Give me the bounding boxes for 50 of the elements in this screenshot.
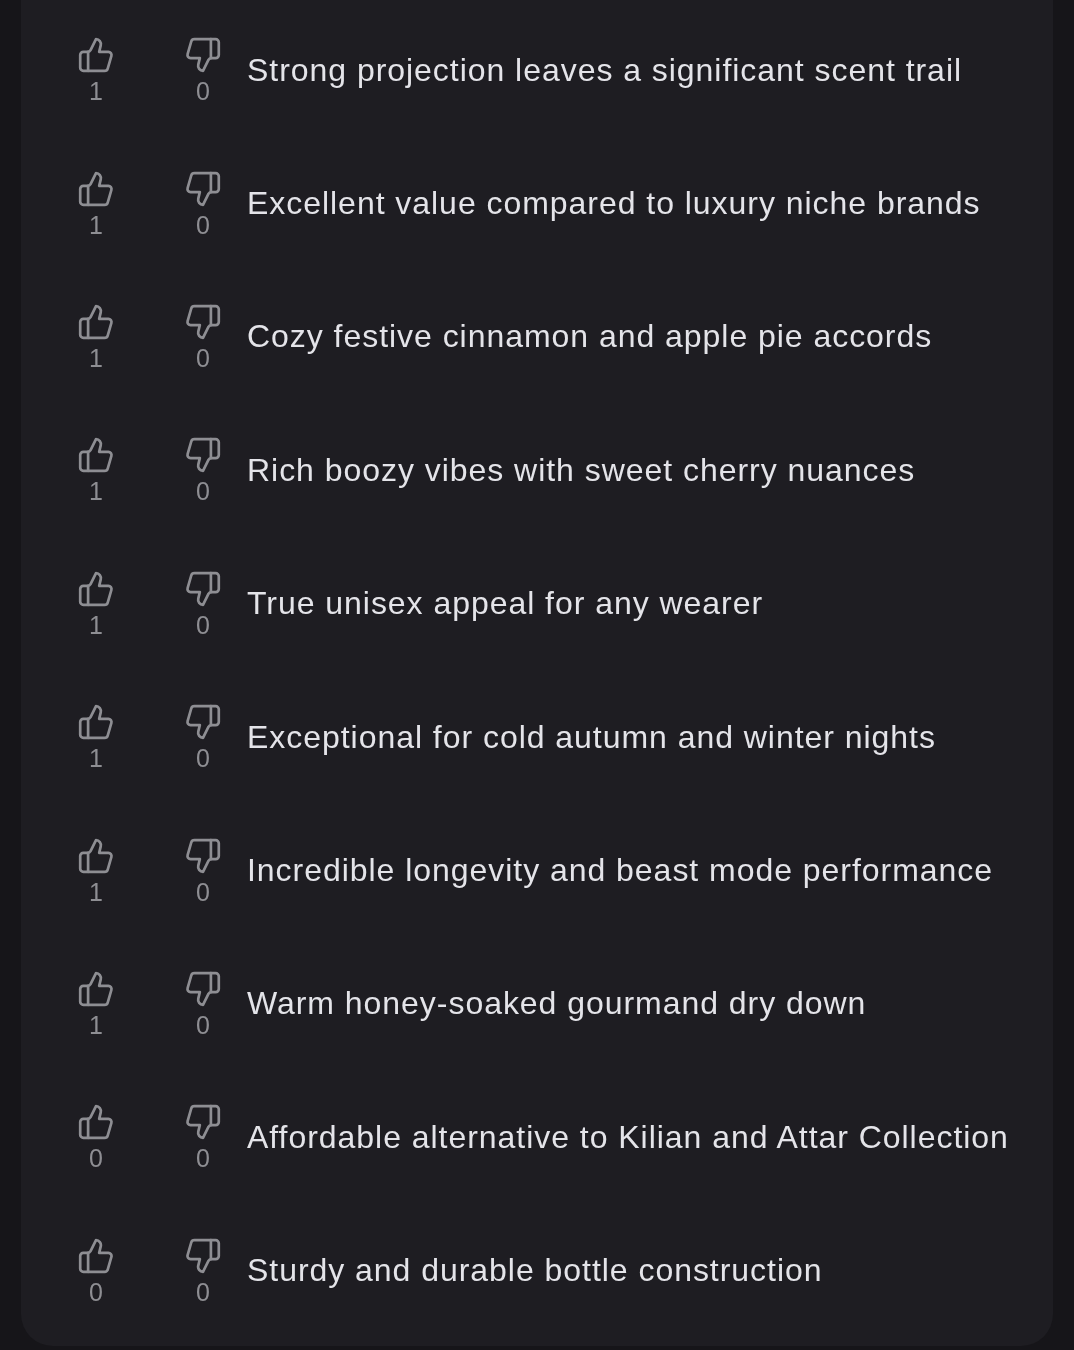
thumbs-up-icon xyxy=(78,303,114,340)
thumbs-down-icon xyxy=(185,704,221,741)
downvote-button[interactable]: 0 xyxy=(173,1102,233,1172)
upvote-button[interactable]: 1 xyxy=(66,568,126,638)
thumbs-down-icon xyxy=(185,1237,221,1274)
upvote-button[interactable]: 1 xyxy=(66,168,126,238)
thumbs-up-icon xyxy=(78,837,114,874)
thumbs-down-icon xyxy=(185,837,221,874)
thumbs-down-icon xyxy=(185,170,221,207)
review-text: Incredible longevity and beast mode performance xyxy=(247,851,993,891)
downvote-button[interactable]: 0 xyxy=(173,968,233,1038)
downvote-button[interactable]: 0 xyxy=(173,168,233,238)
review-text: Warm honey-soaked gourmand dry down xyxy=(247,984,867,1024)
thumbs-down-icon xyxy=(185,437,221,474)
review-text: Rich boozy vibes with sweet cherry nuances xyxy=(247,450,916,490)
thumbs-up-icon xyxy=(78,570,114,607)
thumbs-up-icon xyxy=(78,1237,114,1274)
upvote-button[interactable]: 1 xyxy=(66,702,126,772)
thumbs-up-icon xyxy=(78,1104,114,1141)
upvote-button[interactable]: 1 xyxy=(66,435,126,505)
review-text: True unisex appeal for any wearer xyxy=(247,584,764,624)
thumbs-up-icon xyxy=(78,37,114,74)
downvote-button[interactable]: 0 xyxy=(173,835,233,905)
thumbs-up-icon xyxy=(78,437,114,474)
downvote-button[interactable]: 0 xyxy=(173,35,233,105)
thumbs-down-icon xyxy=(185,303,221,340)
upvote-button[interactable]: 0 xyxy=(66,1235,126,1305)
thumbs-down-icon xyxy=(185,570,221,607)
thumbs-up-icon xyxy=(78,970,114,1007)
upvote-button[interactable]: 1 xyxy=(66,35,126,105)
review-text: Cozy festive cinnamon and apple pie accords xyxy=(247,317,933,357)
review-text: Exceptional for cold autumn and winter nights xyxy=(247,717,936,757)
downvote-button[interactable]: 0 xyxy=(173,568,233,638)
upvote-button[interactable]: 0 xyxy=(66,1102,126,1172)
thumbs-down-icon xyxy=(185,37,221,74)
review-text: Affordable alternative to Kilian and Attar Collection xyxy=(247,1117,1009,1157)
thumbs-up-icon xyxy=(78,704,114,741)
review-text: Excellent value compared to luxury niche brands xyxy=(247,184,981,224)
review-text: Strong projection leaves a significant scent trail xyxy=(247,50,962,90)
review-text: Sturdy and durable bottle construction xyxy=(247,1251,823,1291)
upvote-button[interactable]: 1 xyxy=(66,835,126,905)
thumbs-down-icon xyxy=(185,970,221,1007)
upvote-button[interactable]: 1 xyxy=(66,968,126,1038)
thumbs-up-icon xyxy=(78,170,114,207)
downvote-button[interactable]: 0 xyxy=(173,702,233,772)
upvote-button[interactable]: 1 xyxy=(66,301,126,371)
downvote-button[interactable]: 0 xyxy=(173,301,233,371)
downvote-button[interactable]: 0 xyxy=(173,435,233,505)
downvote-button[interactable]: 0 xyxy=(173,1235,233,1305)
thumbs-down-icon xyxy=(185,1104,221,1141)
